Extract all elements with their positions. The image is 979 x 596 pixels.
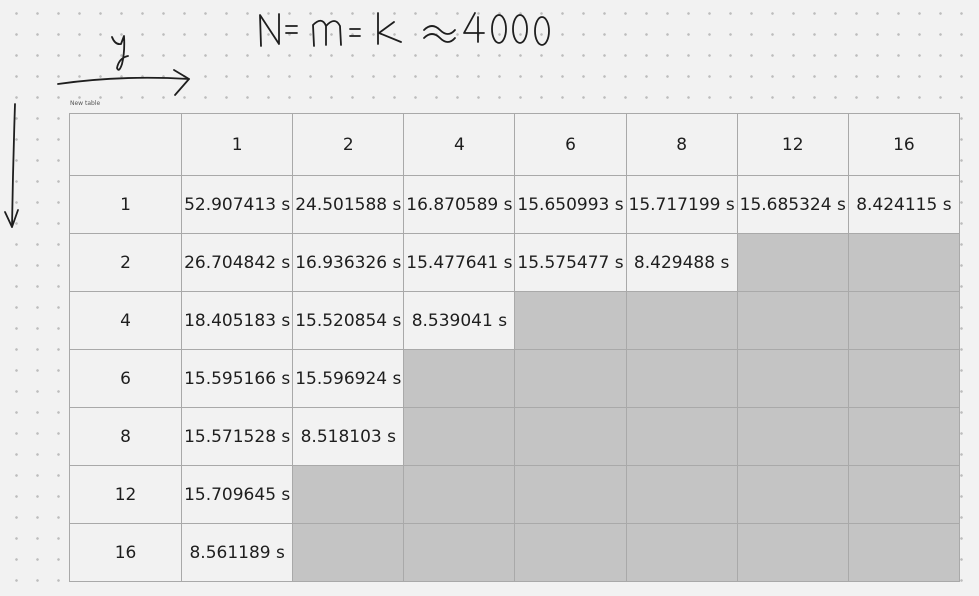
row-header[interactable]: 1 xyxy=(68,175,183,234)
empty-cell[interactable] xyxy=(736,465,849,524)
timing-cell[interactable]: 15.477641 s xyxy=(403,233,516,292)
row-header[interactable]: 12 xyxy=(68,465,183,524)
handwritten-y-label xyxy=(111,35,129,71)
column-header[interactable]: 2 xyxy=(292,113,405,176)
empty-cell[interactable] xyxy=(625,407,738,466)
column-header[interactable]: 6 xyxy=(514,113,627,176)
vertical-arrow-icon xyxy=(4,103,19,228)
table-row: 16 8.561189 s xyxy=(68,523,961,582)
row-header[interactable]: 4 xyxy=(68,291,183,350)
timing-cell[interactable]: 26.704842 s xyxy=(181,233,294,292)
empty-cell[interactable] xyxy=(514,291,627,350)
table-row: 4 18.405183 s 15.520854 s 8.539041 s xyxy=(68,291,961,350)
empty-cell[interactable] xyxy=(847,465,961,524)
empty-cell[interactable] xyxy=(736,233,849,292)
empty-cell[interactable] xyxy=(514,349,627,408)
timing-cell[interactable]: 8.429488 s xyxy=(625,233,738,292)
empty-cell[interactable] xyxy=(403,465,516,524)
column-header[interactable]: 4 xyxy=(403,113,516,176)
timing-cell[interactable]: 15.709645 s xyxy=(181,465,294,524)
timing-cell[interactable]: 15.595166 s xyxy=(181,349,294,408)
table-row: 8 15.571528 s 8.518103 s xyxy=(68,407,961,466)
timing-cell[interactable]: 18.405183 s xyxy=(181,291,294,350)
empty-cell[interactable] xyxy=(514,523,627,582)
table-header-row: 1 2 4 6 8 12 16 xyxy=(68,113,961,176)
empty-cell[interactable] xyxy=(847,291,961,350)
table-row: 2 26.704842 s 16.936326 s 15.477641 s 15.575… xyxy=(68,233,961,292)
empty-cell[interactable] xyxy=(736,523,849,582)
row-header[interactable]: 2 xyxy=(68,233,183,292)
row-header[interactable]: 8 xyxy=(68,407,183,466)
column-header[interactable]: 1 xyxy=(181,113,294,176)
empty-cell[interactable] xyxy=(514,407,627,466)
empty-cell[interactable] xyxy=(847,407,961,466)
timing-table: 1 2 4 6 8 12 16 1 52.907413 s 24.501588 s1… xyxy=(68,113,961,582)
timing-cell[interactable]: 15.717199 s xyxy=(625,175,738,234)
empty-cell[interactable] xyxy=(514,465,627,524)
empty-cell[interactable] xyxy=(625,465,738,524)
corner-cell[interactable] xyxy=(68,113,183,176)
empty-cell[interactable] xyxy=(847,233,961,292)
row-header[interactable]: 6 xyxy=(68,349,183,408)
empty-cell[interactable] xyxy=(847,523,961,582)
column-header[interactable]: 16 xyxy=(847,113,961,176)
table-row: 12 15.709645 s xyxy=(68,465,961,524)
timing-cell[interactable]: 15.596924 s xyxy=(292,349,405,408)
empty-cell[interactable] xyxy=(292,465,405,524)
table-row: 6 15.595166 s 15.596924 s xyxy=(68,349,961,408)
row-header[interactable]: 16 xyxy=(68,523,183,582)
timing-cell[interactable]: 15.685324 s xyxy=(736,175,849,234)
timing-cell[interactable]: 24.501588 s xyxy=(292,175,405,234)
empty-cell[interactable] xyxy=(736,349,849,408)
empty-cell[interactable] xyxy=(736,291,849,350)
empty-cell[interactable] xyxy=(625,349,738,408)
table-caption: New table xyxy=(70,100,101,107)
column-header[interactable]: 12 xyxy=(736,113,849,176)
timing-cell[interactable]: 15.650993 s xyxy=(514,175,627,234)
table-row: 1 52.907413 s 24.501588 s 16.870589 s 15.650… xyxy=(68,175,961,234)
timing-cell[interactable]: 52.907413 s xyxy=(181,175,294,234)
timing-cell[interactable]: 15.520854 s xyxy=(292,291,405,350)
handwritten-formula xyxy=(259,12,550,47)
timing-cell[interactable]: 8.539041 s xyxy=(403,291,516,350)
timing-cell[interactable]: 8.424115 s xyxy=(847,175,961,234)
empty-cell[interactable] xyxy=(625,291,738,350)
empty-cell[interactable] xyxy=(847,349,961,408)
timing-cell[interactable]: 15.575477 s xyxy=(514,233,627,292)
empty-cell[interactable] xyxy=(625,523,738,582)
timing-cell[interactable]: 16.936326 s xyxy=(292,233,405,292)
timing-cell[interactable]: 8.518103 s xyxy=(292,407,405,466)
timing-cell[interactable]: 16.870589 s xyxy=(403,175,516,234)
empty-cell[interactable] xyxy=(403,407,516,466)
empty-cell[interactable] xyxy=(403,349,516,408)
empty-cell[interactable] xyxy=(292,523,405,582)
timing-cell[interactable]: 8.561189 s xyxy=(181,523,294,582)
horizontal-arrow-icon xyxy=(57,69,190,96)
column-header[interactable]: 8 xyxy=(625,113,738,176)
timing-cell[interactable]: 15.571528 s xyxy=(181,407,294,466)
empty-cell[interactable] xyxy=(403,523,516,582)
empty-cell[interactable] xyxy=(736,407,849,466)
